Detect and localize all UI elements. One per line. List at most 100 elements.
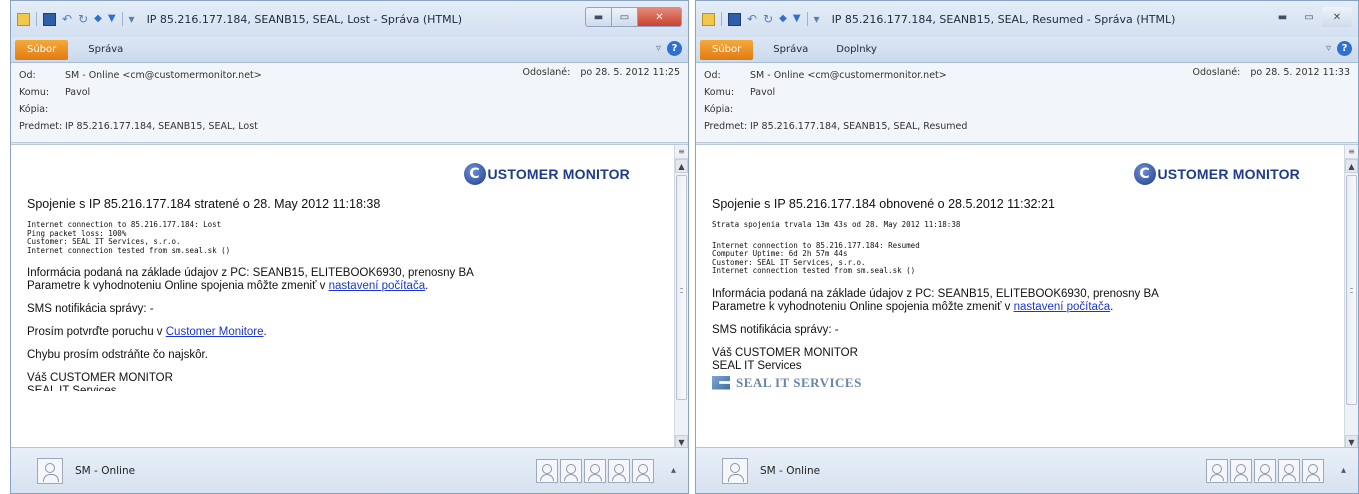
- to-value[interactable]: Pavol: [750, 87, 775, 98]
- to-value[interactable]: Pavol: [65, 87, 90, 98]
- people-pane: SM - Online ▴: [11, 447, 688, 493]
- undo-icon[interactable]: ↶: [62, 13, 72, 26]
- signature-line: Váš CUSTOMER MONITOR: [712, 346, 858, 359]
- mail-icon[interactable]: [702, 12, 715, 26]
- message-header: Od: SM - Online <cm@customermonitor.net> …: [696, 63, 1358, 143]
- window-title: IP 85.216.177.184, SEANB15, SEAL, Lost -…: [146, 12, 463, 26]
- contact-avatar-icon[interactable]: [1230, 458, 1252, 483]
- person-name[interactable]: SM - Online: [75, 465, 135, 477]
- scroll-thumb[interactable]: [1346, 175, 1357, 405]
- contact-avatar-icon[interactable]: [1254, 458, 1276, 483]
- diagnostics-block: Internet connection to 85.216.177.184: L…: [27, 220, 658, 255]
- info-text: .: [425, 280, 429, 292]
- message-body: C USTOMER MONITOR Spojenie s IP 85.216.1…: [11, 145, 674, 449]
- contact-avatar-icon[interactable]: [560, 458, 582, 483]
- logo-mark: C: [1133, 163, 1156, 185]
- subject-label: Predmet:: [19, 121, 63, 132]
- confirm-paragraph: Prosím potvrďte poruchu v Customer Monit…: [27, 326, 658, 339]
- close-button[interactable]: ✕: [1322, 7, 1352, 27]
- redo-icon[interactable]: ↻: [763, 13, 773, 26]
- diag-line: Internet connection tested from sm.seal.…: [712, 266, 916, 275]
- scroll-thumb[interactable]: [676, 175, 687, 400]
- sent-info: Odoslané: po 28. 5. 2012 11:25: [523, 67, 680, 78]
- tab-file[interactable]: Súbor: [700, 39, 754, 60]
- people-pane: SM - Online ▴: [696, 447, 1358, 493]
- undo-icon[interactable]: ↶: [747, 13, 757, 26]
- subject-label: Predmet:: [704, 121, 748, 132]
- info-paragraph: Informácia podaná na základe údajov z PC…: [712, 288, 1328, 314]
- quick-access-toolbar: ↶ ↻ ◆ ▼ ▾: [702, 12, 820, 26]
- save-icon[interactable]: [43, 12, 56, 26]
- help-icon[interactable]: ?: [667, 41, 682, 56]
- avatar[interactable]: [37, 457, 63, 484]
- redo-icon[interactable]: ↻: [78, 13, 88, 26]
- next-item-icon[interactable]: ▼: [793, 13, 801, 26]
- contact-avatars: [536, 458, 654, 483]
- person-name[interactable]: SM - Online: [760, 465, 820, 477]
- customer-monitor-link[interactable]: Customer Monitore: [166, 326, 264, 338]
- logo-text: USTOMER MONITOR: [1157, 166, 1300, 182]
- previous-item-icon[interactable]: ◆: [94, 13, 102, 26]
- scroll-split-icon[interactable]: ≡: [675, 145, 688, 159]
- contact-avatar-icon[interactable]: [1278, 458, 1300, 483]
- customer-monitor-logo: C USTOMER MONITOR: [27, 161, 630, 187]
- contact-avatar-icon[interactable]: [584, 458, 606, 483]
- tab-message[interactable]: Správa: [759, 40, 822, 60]
- info-paragraph: Informácia podaná na základe údajov z PC…: [27, 267, 658, 293]
- tab-file[interactable]: Súbor: [15, 39, 69, 60]
- info-text: .: [1110, 300, 1114, 313]
- contact-avatar-icon[interactable]: [632, 458, 654, 483]
- logo-text: USTOMER MONITOR: [487, 166, 630, 182]
- scroll-up-icon[interactable]: ▲: [1345, 159, 1358, 173]
- sent-value: po 28. 5. 2012 11:33: [1250, 67, 1350, 78]
- subject-value: IP 85.216.177.184, SEANB15, SEAL, Resume…: [750, 121, 968, 132]
- maximize-button[interactable]: ▭: [1296, 7, 1322, 27]
- ribbon-collapse-icon[interactable]: ▿: [656, 43, 661, 54]
- help-icon[interactable]: ?: [1337, 41, 1352, 56]
- scroll-split-icon[interactable]: ≡: [1345, 145, 1358, 159]
- cc-label: Kópia:: [704, 104, 734, 115]
- mail-icon[interactable]: [17, 12, 30, 26]
- from-value[interactable]: SM - Online <cm@customermonitor.net>: [750, 70, 947, 81]
- settings-link[interactable]: nastavení počítača: [329, 280, 426, 292]
- next-item-icon[interactable]: ▼: [108, 13, 116, 26]
- info-text: Parametre k vyhodnoteniu Online spojenia…: [27, 280, 329, 292]
- confirm-text: .: [263, 326, 267, 338]
- avatar[interactable]: [722, 457, 748, 484]
- contact-avatar-icon[interactable]: [608, 458, 630, 483]
- message-body: C USTOMER MONITOR Spojenie s IP 85.216.1…: [696, 145, 1344, 449]
- expand-people-pane-icon[interactable]: ▴: [1341, 465, 1346, 476]
- contact-avatar-icon[interactable]: [1206, 458, 1228, 483]
- previous-item-icon[interactable]: ◆: [779, 13, 787, 26]
- diagnostics-block: Internet connection to 85.216.177.184: R…: [712, 241, 1328, 276]
- sms-line: SMS notifikácia správy: -: [712, 323, 839, 336]
- sent-label: Odoslané:: [1192, 67, 1241, 78]
- close-button[interactable]: ✕: [638, 7, 682, 27]
- tab-message[interactable]: Správa: [74, 40, 137, 60]
- minimize-button[interactable]: ▬: [585, 7, 612, 27]
- expand-people-pane-icon[interactable]: ▴: [671, 465, 676, 476]
- window-title: IP 85.216.177.184, SEANB15, SEAL, Resume…: [831, 12, 1176, 26]
- save-icon[interactable]: [728, 12, 741, 26]
- title-bar: ↶ ↻ ◆ ▼ ▾ IP 85.216.177.184, SEANB15, SE…: [696, 1, 1358, 37]
- settings-link[interactable]: nastavení počítača: [1014, 301, 1111, 313]
- seal-logo-mark: [712, 375, 730, 390]
- signature-line: SEAL IT Services: [712, 359, 802, 372]
- separator: [121, 12, 123, 26]
- info-line: Parametre k vyhodnoteniu Online spojenia…: [27, 280, 658, 293]
- logo-mark: C: [463, 163, 486, 185]
- customize-toolbar-icon[interactable]: ▾: [814, 13, 820, 26]
- vertical-scrollbar[interactable]: ≡ ▲ ▼: [1344, 145, 1358, 449]
- tab-addins[interactable]: Doplnky: [822, 40, 891, 60]
- ribbon-collapse-icon[interactable]: ▿: [1326, 43, 1331, 54]
- ribbon-tabs: Súbor Správa ▿ ?: [11, 37, 688, 63]
- contact-avatar-icon[interactable]: [536, 458, 558, 483]
- minimize-button[interactable]: ▬: [1269, 7, 1296, 27]
- message-body-area: C USTOMER MONITOR Spojenie s IP 85.216.1…: [11, 144, 688, 449]
- maximize-button[interactable]: ▭: [612, 7, 638, 27]
- customize-toolbar-icon[interactable]: ▾: [129, 13, 135, 26]
- scroll-up-icon[interactable]: ▲: [675, 159, 688, 173]
- from-value[interactable]: SM - Online <cm@customermonitor.net>: [65, 70, 262, 81]
- contact-avatar-icon[interactable]: [1302, 458, 1324, 483]
- vertical-scrollbar[interactable]: ≡ ▲ ▼: [674, 145, 688, 449]
